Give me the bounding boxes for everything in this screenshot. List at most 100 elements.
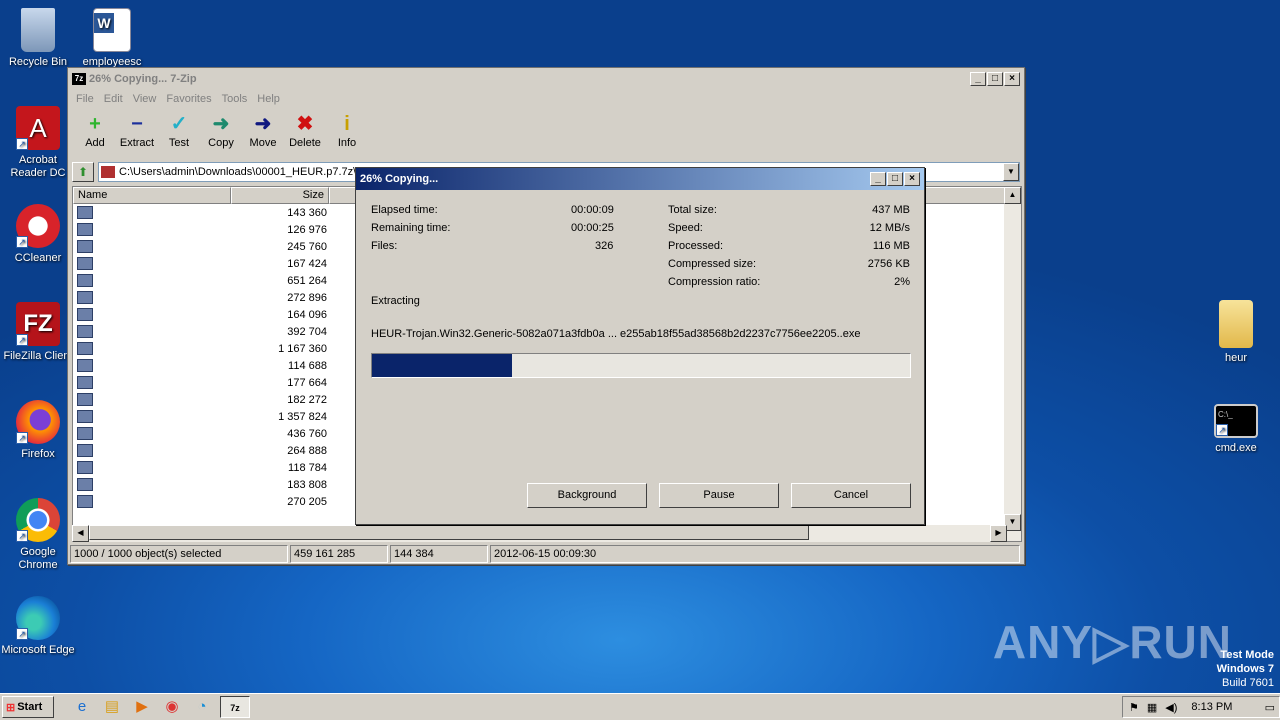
windows-logo-icon: ⊞ — [6, 701, 16, 714]
horizontal-scrollbar[interactable]: ◀ ▶ — [72, 525, 1007, 542]
taskbar: ⊞ Start e ▤ ▶ ◉ ◔ 7z ⚑ ▦ ◀) 8:13 PM ▭ — [0, 693, 1280, 720]
file-size: 114 688 — [288, 359, 327, 372]
sevenzip-app-icon: 7z — [72, 73, 86, 85]
file-icon — [77, 427, 93, 440]
desktop-icon-acrobat[interactable]: A ↗ Acrobat Reader DC — [0, 106, 76, 180]
show-desktop-icon[interactable]: ▭ — [1265, 701, 1275, 714]
desktop-icon-employeesc[interactable]: W employeesc — [74, 8, 150, 69]
chevron-down-icon[interactable]: ▼ — [1003, 163, 1019, 181]
scroll-right-button[interactable]: ▶ — [990, 525, 1007, 542]
status-bar: 1000 / 1000 object(s) selected 459 161 2… — [70, 545, 1022, 563]
menu-item-view[interactable]: View — [133, 93, 157, 105]
copy-progress-dialog[interactable]: 26% Copying... _ □ × Elapsed time: 00:00… — [355, 167, 925, 525]
file-size: 270 205 — [287, 495, 327, 508]
dialog-minimize-button[interactable]: _ — [870, 172, 886, 186]
file-icon — [77, 359, 93, 372]
desktop-icon-heur[interactable]: heur — [1198, 300, 1274, 365]
system-tray: ⚑ ▦ ◀) 8:13 PM ▭ — [1122, 696, 1280, 718]
pause-button[interactable]: Pause — [659, 483, 779, 508]
dialog-titlebar[interactable]: 26% Copying... _ □ × — [356, 168, 924, 190]
background-button[interactable]: Background — [527, 483, 647, 508]
file-size: 245 760 — [287, 240, 327, 253]
up-folder-button[interactable]: ⬆ — [72, 162, 94, 182]
speed-value: 12 MB/s — [869, 222, 910, 234]
desktop-icon-cmd[interactable]: C:\_ ↗ cmd.exe — [1198, 404, 1274, 455]
desktop-icon-recycle-bin[interactable]: Recycle Bin — [0, 8, 76, 69]
media-player-taskbar-icon[interactable]: ▶ — [130, 696, 154, 718]
file-icon — [77, 240, 93, 253]
desktop-icon-filezilla[interactable]: FZ ↗ FileZilla Client — [0, 302, 76, 363]
compressed-size-value: 2756 KB — [867, 258, 910, 270]
test-button[interactable]: ✓ Test — [158, 108, 200, 158]
dialog-maximize-button[interactable]: □ — [887, 172, 903, 186]
address-text: C:\Users\admin\Downloads\00001_HEUR.p7.7… — [119, 166, 357, 178]
compression-ratio-label: Compression ratio: — [668, 276, 761, 288]
elapsed-value: 00:00:09 — [571, 204, 614, 216]
processed-label: Processed: — [668, 240, 724, 252]
file-size: 164 096 — [287, 308, 327, 321]
files-value: 326 — [595, 240, 614, 252]
desktop-icon-chrome[interactable]: ↗ Google Chrome — [0, 498, 76, 572]
file-size: 1 167 360 — [278, 342, 327, 355]
desktop-icon-label: cmd.exe — [1215, 442, 1257, 454]
menu-item-file[interactable]: File — [76, 93, 94, 105]
scroll-track[interactable] — [1004, 204, 1021, 514]
maximize-button[interactable]: □ — [987, 72, 1003, 86]
start-button[interactable]: ⊞ Start — [2, 696, 54, 718]
flag-icon[interactable]: ⚑ — [1129, 701, 1139, 714]
add-button[interactable]: + Add — [74, 108, 116, 158]
minimize-button[interactable]: _ — [970, 72, 986, 86]
action-label: Extracting — [371, 295, 420, 307]
sevenzip-taskbar-button[interactable]: 7z — [220, 696, 250, 718]
file-icon — [77, 206, 93, 219]
extract-button[interactable]: − Extract — [116, 108, 158, 158]
close-button[interactable]: × — [1004, 72, 1020, 86]
processed-value: 116 MB — [872, 240, 910, 252]
column-header-name[interactable]: Name — [73, 187, 231, 204]
file-size: 118 784 — [288, 461, 327, 474]
info-button[interactable]: i Info — [326, 108, 368, 158]
clock[interactable]: 8:13 PM — [1191, 701, 1232, 713]
desktop-icon-edge[interactable]: ↗ Microsoft Edge — [0, 596, 76, 657]
file-size: 167 424 — [287, 257, 327, 270]
desktop-icon-firefox[interactable]: ↗ Firefox — [0, 400, 76, 461]
status-date: 2012-06-15 00:09:30 — [490, 545, 1020, 563]
menu-item-help[interactable]: Help — [257, 93, 280, 105]
status-selection: 1000 / 1000 object(s) selected — [70, 545, 288, 563]
file-icon — [77, 325, 93, 338]
copy-icon: ➜ — [212, 113, 230, 135]
file-icon — [77, 376, 93, 389]
compressed-size-label: Compressed size: — [668, 258, 757, 270]
column-header-size[interactable]: Size — [231, 187, 329, 204]
menu-item-tools[interactable]: Tools — [222, 93, 248, 105]
menu-item-favorites[interactable]: Favorites — [166, 93, 211, 105]
file-size: 264 888 — [287, 444, 327, 457]
folder-icon — [1219, 300, 1253, 348]
chrome-taskbar-icon[interactable]: ◉ — [160, 696, 184, 718]
file-size: 651 264 — [287, 274, 327, 287]
dialog-close-button[interactable]: × — [904, 172, 920, 186]
menu-item-edit[interactable]: Edit — [104, 93, 123, 105]
scroll-up-button[interactable]: ▲ — [1004, 187, 1021, 204]
explorer-taskbar-icon[interactable]: ▤ — [100, 696, 124, 718]
chrome-icon: ↗ — [16, 498, 60, 542]
build-line: Build 7601 — [1222, 677, 1274, 689]
desktop-icon-label: FileZilla Client — [3, 350, 73, 362]
window-titlebar[interactable]: 7z 26% Copying... 7-Zip _ □ × — [68, 68, 1024, 90]
word-document-icon: W — [93, 8, 131, 52]
vertical-scrollbar[interactable]: ▲ ▼ — [1004, 187, 1021, 541]
info-icon: i — [344, 113, 350, 135]
desktop-icon-ccleaner[interactable]: ↗ CCleaner — [0, 204, 76, 265]
cancel-button[interactable]: Cancel — [791, 483, 911, 508]
copy-button[interactable]: ➜ Copy — [200, 108, 242, 158]
test-mode-line: Test Mode — [1220, 649, 1274, 661]
move-button[interactable]: ➜ Move — [242, 108, 284, 158]
scroll-left-button[interactable]: ◀ — [72, 525, 89, 542]
edge-taskbar-icon[interactable]: ◔ — [190, 696, 214, 718]
file-icon — [77, 461, 93, 474]
network-icon[interactable]: ▦ — [1147, 701, 1157, 714]
ie-taskbar-icon[interactable]: e — [70, 696, 94, 718]
delete-button[interactable]: ✖ Delete — [284, 108, 326, 158]
volume-icon[interactable]: ◀) — [1165, 701, 1177, 714]
scroll-thumb[interactable] — [89, 525, 809, 540]
